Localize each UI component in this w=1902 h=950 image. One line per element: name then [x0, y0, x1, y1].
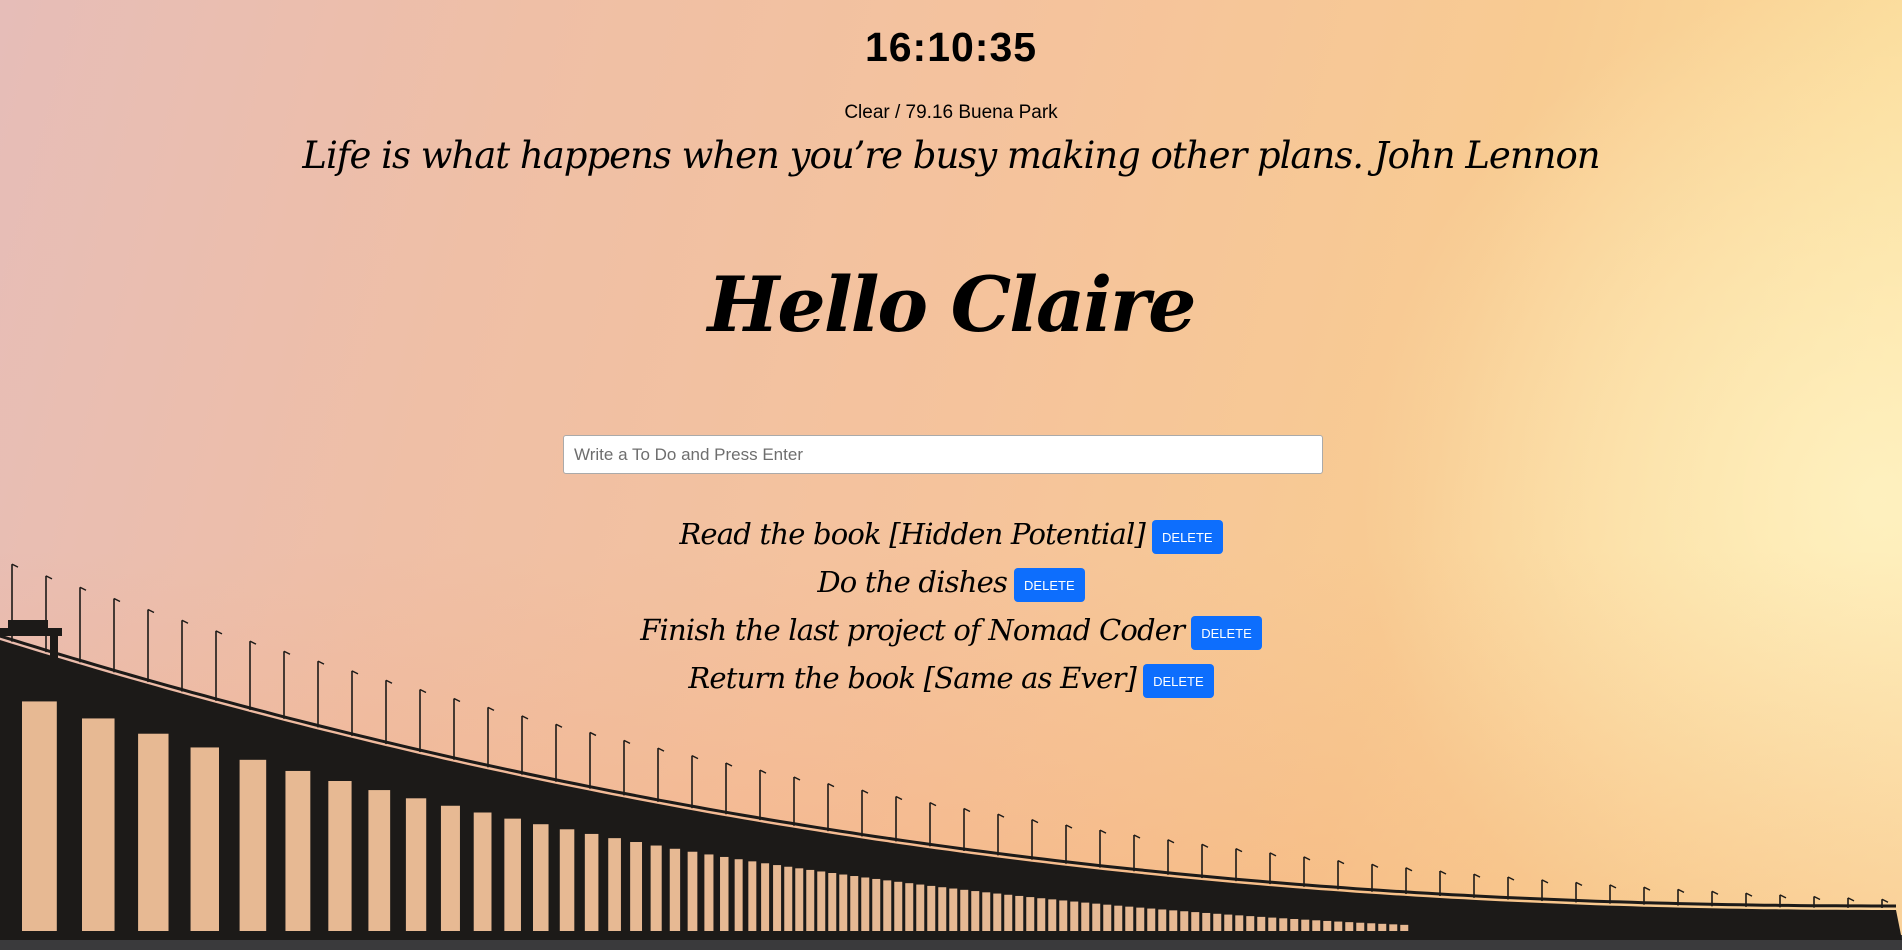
todo-item: Return the book [Same as Ever] DELETE [0, 654, 1902, 702]
todo-list: Read the book [Hidden Potential] DELETE … [0, 510, 1902, 702]
todo-text: Return the book [Same as Ever] [688, 661, 1137, 695]
todo-item: Read the book [Hidden Potential] DELETE [0, 510, 1902, 558]
todo-item: Do the dishes DELETE [0, 558, 1902, 606]
quote: Life is what happens when you’re busy ma… [302, 134, 1600, 177]
delete-button[interactable]: DELETE [1152, 520, 1223, 554]
todo-input[interactable] [563, 435, 1323, 474]
delete-button[interactable]: DELETE [1143, 664, 1214, 698]
todo-text: Finish the last project of Nomad Coder [640, 613, 1185, 647]
weather-info: Clear / 79.16 Buena Park [844, 102, 1058, 123]
todo-item: Finish the last project of Nomad Coder D… [0, 606, 1902, 654]
greeting: Hello Claire [707, 260, 1197, 349]
todo-text: Do the dishes [817, 565, 1008, 599]
delete-button[interactable]: DELETE [1014, 568, 1085, 602]
todo-text: Read the book [Hidden Potential] [679, 517, 1146, 551]
delete-button[interactable]: DELETE [1191, 616, 1262, 650]
clock: 16:10:35 [864, 24, 1038, 70]
